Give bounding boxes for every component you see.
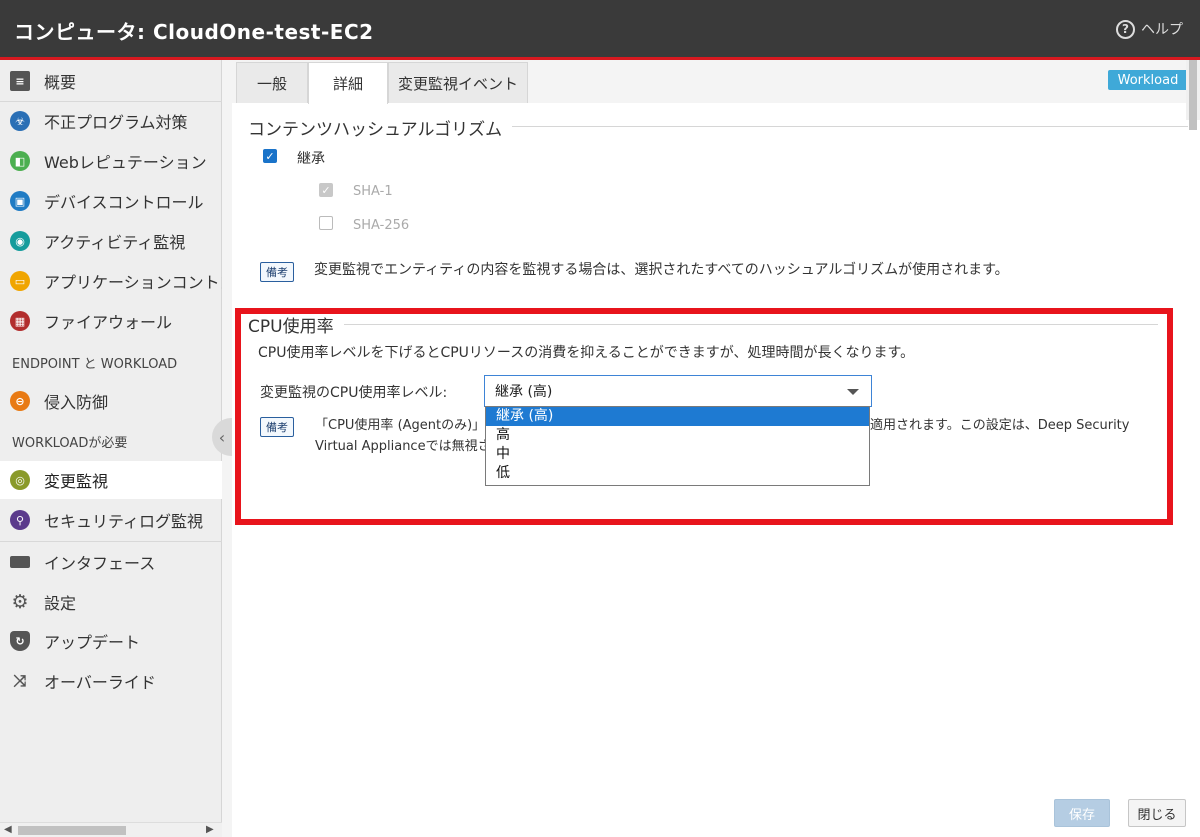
shield-update-icon: ↻ — [10, 631, 30, 651]
sidebar-item-web-reputation[interactable]: ◧ Webレピュテーション — [0, 142, 222, 180]
sidebar-item-overrides[interactable]: ⤨ オーバーライド — [0, 662, 222, 700]
question-circle-icon: ? — [1116, 19, 1135, 39]
sidebar-item-label: 概要 — [44, 73, 77, 92]
device-control-icon: ▣ — [10, 191, 30, 211]
scroll-right-icon[interactable]: ▶ — [206, 824, 214, 835]
window-title: コンピュータ: CloudOne-test-EC2 — [14, 20, 374, 44]
sidebar-item-label: アプリケーションコントロール — [44, 273, 222, 292]
hash-note-text: 変更監視でエンティティの内容を監視する場合は、選択されたすべてのハッシュアルゴリ… — [314, 262, 1009, 278]
scrollbar-thumb[interactable] — [18, 826, 126, 835]
hash-section-title: コンテンツハッシュアルゴリズム — [248, 115, 513, 140]
sha256-checkbox[interactable] — [319, 216, 333, 230]
sidebar-item-label: インタフェース — [44, 554, 156, 573]
sidebar-item-updates[interactable]: ↻ アップデート — [0, 622, 222, 660]
help-label: ヘルプ — [1141, 22, 1183, 38]
app-control-icon: ▭ — [10, 271, 30, 291]
sidebar-item-label: Webレピュテーション — [44, 153, 207, 172]
highlight-annotation-box — [235, 308, 1173, 525]
sidebar-item-overview[interactable]: ≡ 概要 — [0, 62, 222, 100]
shuffle-icon: ⤨ — [13, 671, 27, 690]
sidebar-item-log-inspection[interactable]: ⚲ セキュリティログ監視 — [0, 501, 222, 539]
tab-integrity-events[interactable]: 変更監視イベント — [388, 62, 528, 103]
overview-icon: ≡ — [10, 71, 30, 91]
note-badge: 備考 — [260, 262, 294, 282]
sidebar-item-label: アクティビティ監視 — [44, 233, 186, 252]
tab-general[interactable]: 一般 — [236, 62, 308, 103]
scrollbar-thumb[interactable] — [1189, 60, 1197, 130]
sidebar-item-anti-malware[interactable]: ☣ 不正プログラム対策 — [0, 102, 222, 140]
sidebar-item-label: 設定 — [44, 594, 77, 613]
sidebar-item-interfaces[interactable]: インタフェース — [0, 543, 222, 581]
gear-icon: ⚙ — [11, 591, 29, 613]
sidebar-header-endpoint-workload: ENDPOINT と WORKLOAD — [12, 357, 178, 372]
sidebar-item-firewall[interactable]: ▦ ファイアウォール — [0, 302, 222, 340]
vertical-scrollbar[interactable] — [1186, 60, 1200, 130]
help-link[interactable]: ? ヘルプ — [1116, 19, 1183, 39]
sidebar-header-workload-required: WORKLOADが必要 — [12, 436, 128, 451]
tab-bar: 一般 詳細 変更監視イベント Workload — [232, 60, 1200, 130]
inherit-label: 継承 — [297, 151, 325, 167]
workload-badge: Workload — [1108, 70, 1188, 90]
integrity-monitor-icon: ◎ — [10, 470, 30, 490]
sidebar-item-settings[interactable]: ⚙ 設定 — [0, 583, 222, 621]
sidebar-item-label: オーバーライド — [44, 673, 156, 692]
biohazard-icon: ☣ — [10, 111, 30, 131]
sidebar: ≡ 概要 ☣ 不正プログラム対策 ◧ Webレピュテーション ▣ デバイスコント… — [0, 60, 222, 837]
interface-icon — [10, 556, 30, 568]
sidebar-item-device-control[interactable]: ▣ デバイスコントロール — [0, 182, 222, 220]
sha1-label: SHA-1 — [353, 184, 393, 199]
sidebar-item-label: 変更監視 — [44, 472, 109, 491]
chevron-left-icon: ‹ — [218, 427, 226, 447]
sidebar-item-label: 不正プログラム対策 — [44, 113, 188, 132]
sidebar-item-activity-monitoring[interactable]: ◉ アクティビティ監視 — [0, 222, 222, 260]
tab-details[interactable]: 詳細 — [308, 62, 388, 104]
sidebar-item-label: ファイアウォール — [44, 313, 173, 332]
sha1-checkbox[interactable]: ✓ — [319, 183, 333, 197]
sidebar-item-integrity-monitoring[interactable]: ◎ 変更監視 — [0, 461, 222, 499]
close-button[interactable]: 閉じる — [1128, 799, 1186, 827]
sidebar-item-label: セキュリティログ監視 — [44, 512, 204, 531]
sha256-label: SHA-256 — [353, 218, 410, 233]
sidebar-item-application-control[interactable]: ▭ アプリケーションコントロール — [0, 262, 222, 300]
sidebar-item-label: アップデート — [44, 633, 141, 652]
activity-monitor-icon: ◉ — [10, 231, 30, 251]
intrusion-prevention-icon: ⊖ — [10, 391, 30, 411]
title-bar: コンピュータ: CloudOne-test-EC2 ? ヘルプ — [0, 0, 1200, 60]
sidebar-horizontal-scrollbar[interactable]: ◀ ▶ — [0, 822, 222, 837]
log-inspection-icon: ⚲ — [10, 510, 30, 530]
scroll-left-icon[interactable]: ◀ — [4, 824, 12, 835]
sidebar-divider — [0, 541, 222, 542]
web-reputation-icon: ◧ — [10, 151, 30, 171]
sidebar-item-label: 侵入防御 — [44, 393, 109, 412]
inherit-checkbox[interactable]: ✓ — [263, 149, 277, 163]
sidebar-item-label: デバイスコントロール — [44, 193, 204, 212]
firewall-icon: ▦ — [10, 311, 30, 331]
save-button[interactable]: 保存 — [1054, 799, 1110, 827]
sidebar-item-intrusion-prevention[interactable]: ⊖ 侵入防御 — [0, 382, 222, 420]
